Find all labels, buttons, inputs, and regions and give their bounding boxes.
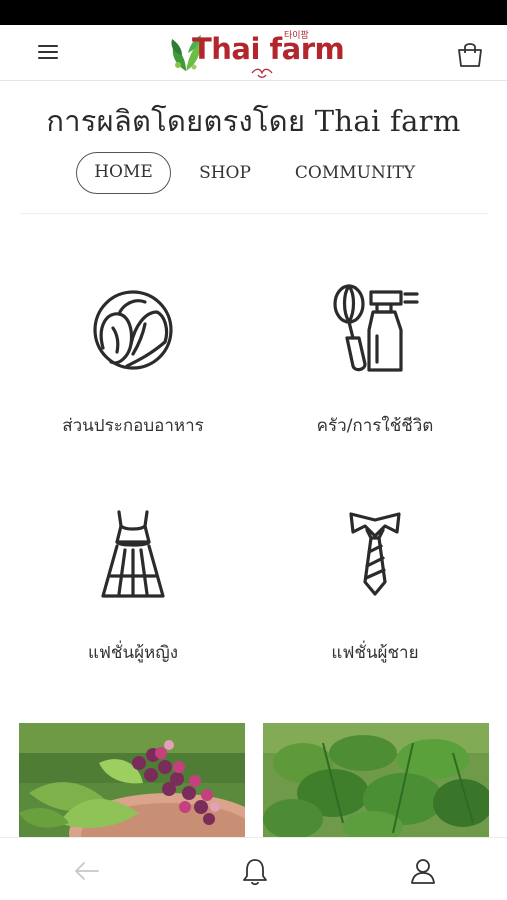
back-arrow-icon[interactable] bbox=[72, 856, 102, 886]
category-label: ครัว/การใช้ชีวิต bbox=[316, 416, 434, 436]
tab-home[interactable]: HOME bbox=[76, 152, 171, 194]
divider bbox=[20, 213, 488, 214]
product-photo-leafy-greens[interactable] bbox=[263, 723, 489, 837]
thai-farm-logo[interactable]: Thai farm 타이팜 bbox=[166, 27, 345, 81]
category-mens-fashion[interactable]: แฟชั่นผู้ชาย bbox=[255, 506, 495, 686]
logo-flourish-icon bbox=[251, 68, 273, 78]
bottom-nav bbox=[0, 837, 507, 900]
dress-icon bbox=[101, 510, 165, 598]
hamburger-menu-icon[interactable] bbox=[36, 41, 62, 65]
logo-korean-text: 타이팜 bbox=[284, 31, 309, 41]
top-bar: Thai farm 타이팜 bbox=[0, 25, 507, 81]
status-bar bbox=[0, 0, 507, 25]
tab-community[interactable]: COMMUNITY bbox=[288, 152, 422, 194]
necktie-icon bbox=[349, 512, 401, 596]
product-photo-grapes-herbs[interactable] bbox=[19, 723, 245, 837]
shopping-bag-icon[interactable] bbox=[455, 39, 485, 69]
logo-wordmark: Thai farm bbox=[192, 32, 345, 66]
tab-shop[interactable]: SHOP bbox=[188, 152, 262, 194]
category-label: แฟชั่นผู้ชาย bbox=[331, 643, 419, 663]
leafy-greens-image bbox=[263, 723, 489, 837]
user-icon[interactable] bbox=[408, 856, 438, 886]
category-kitchen-living[interactable]: ครัว/การใช้ชีวิต bbox=[255, 282, 495, 462]
grapes-herbs-image bbox=[19, 723, 245, 837]
bell-icon[interactable] bbox=[240, 856, 270, 886]
category-food-ingredients[interactable]: ส่วนประกอบอาหาร bbox=[13, 282, 253, 462]
page-title: การผลิตโดยตรงโดย Thai farm bbox=[46, 104, 461, 138]
main-tabs: HOME SHOP COMMUNITY bbox=[0, 152, 507, 196]
category-label: แฟชั่นผู้หญิง bbox=[87, 643, 179, 663]
category-label: ส่วนประกอบอาหาร bbox=[62, 416, 204, 436]
category-womens-fashion[interactable]: แฟชั่นผู้หญิง bbox=[13, 506, 253, 686]
menu-line bbox=[38, 51, 58, 53]
cabbage-icon bbox=[93, 290, 173, 370]
menu-line bbox=[38, 57, 58, 59]
whisk-spray-bottle-icon bbox=[333, 284, 419, 372]
menu-line bbox=[38, 45, 58, 47]
